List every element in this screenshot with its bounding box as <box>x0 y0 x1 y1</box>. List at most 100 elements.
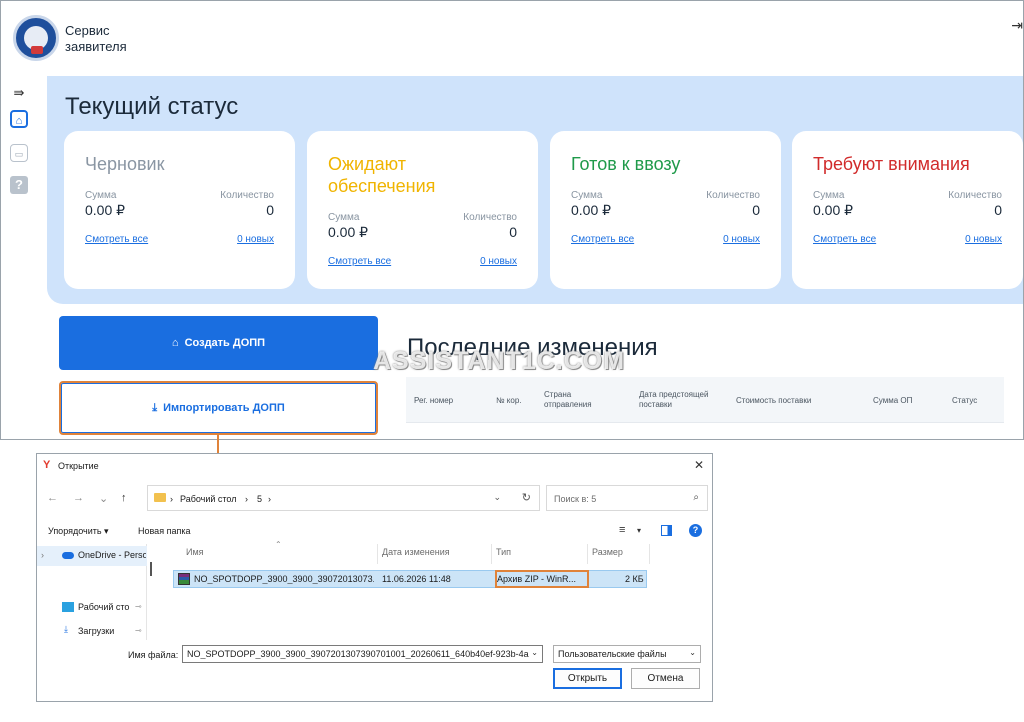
new-items-link[interactable]: 0 новых <box>965 234 1002 245</box>
cloud-icon <box>62 552 74 559</box>
column-header: Дата предстоящей поставки <box>639 390 709 409</box>
breadcrumb-separator: › <box>245 494 248 504</box>
filename-input[interactable]: NO_SPOTDOPP_3900_3900_390720130739070100… <box>182 645 543 663</box>
download-icon: ⤓ <box>64 624 68 634</box>
cancel-button[interactable]: Отмена <box>631 668 700 689</box>
pin-icon: ⊸ <box>135 626 142 635</box>
folder-icon <box>154 493 166 502</box>
column-separator <box>587 544 588 564</box>
column-separator <box>649 544 650 564</box>
column-header: № кор. <box>496 396 522 405</box>
app-header: Сервис заявителя ⇥ <box>1 1 1023 76</box>
sum-label: Сумма <box>328 212 360 223</box>
column-header: Статус <box>952 396 978 405</box>
logout-icon[interactable]: ⇥ <box>1011 17 1023 34</box>
yandex-browser-icon: Y <box>43 459 51 471</box>
column-header: Сумма ОП <box>873 396 913 405</box>
chevron-down-icon[interactable]: ⌄ <box>99 492 108 505</box>
preview-pane-icon[interactable] <box>661 525 672 536</box>
column-header-type[interactable]: Тип <box>496 547 511 557</box>
import-dopp-button[interactable]: ⤓ Импортировать ДОПП <box>59 381 378 435</box>
breadcrumb-folder[interactable]: 5 <box>257 494 262 504</box>
help-icon[interactable]: ? <box>10 176 28 194</box>
nav-item-label: OneDrive - Perso <box>78 550 146 560</box>
card-title: Требуют внимания <box>813 154 970 174</box>
search-icon: ⌕ <box>693 492 699 503</box>
card-title: Готов к ввозу <box>571 154 681 174</box>
count-value: 0 <box>752 202 760 218</box>
chevron-down-icon: ⌄ <box>689 648 696 657</box>
watermark: ASSISTANT1C.COM <box>373 347 626 375</box>
breadcrumb-separator: › <box>170 494 173 504</box>
nav-item-label: Рабочий сто <box>78 602 130 612</box>
count-label: Количество <box>948 190 1002 201</box>
nav-item-onedrive[interactable]: › OneDrive - Perso <box>37 546 147 566</box>
logo-ribbon <box>31 46 43 54</box>
forward-icon[interactable]: → <box>73 492 84 504</box>
column-header: Стоимость поставки <box>736 396 812 405</box>
view-options-icon[interactable]: ≡ <box>619 524 625 536</box>
dialog-titlebar: Y Открытие ✕ <box>37 454 712 478</box>
new-items-link[interactable]: 0 новых <box>723 234 760 245</box>
close-icon[interactable]: ✕ <box>694 458 704 472</box>
nav-item-downloads[interactable]: ⤓ Загрузки ⊸ <box>37 622 147 642</box>
chevron-down-icon[interactable]: ▾ <box>637 526 641 535</box>
see-all-link[interactable]: Смотреть все <box>85 234 148 245</box>
address-bar[interactable]: › Рабочий стол › 5 › ⌄ ↻ <box>147 485 540 511</box>
nav-item-desktop[interactable]: Рабочий сто ⊸ <box>37 598 147 618</box>
sort-caret-icon: ⌃ <box>275 540 282 549</box>
help-icon[interactable]: ? <box>689 524 702 537</box>
home-icon[interactable]: ⌂ <box>10 110 28 128</box>
create-dopp-button[interactable]: ⌂ Создать ДОПП <box>59 316 378 370</box>
chevron-right-icon: › <box>41 550 44 560</box>
sum-label: Сумма <box>571 190 603 201</box>
file-size: 2 КБ <box>625 574 644 584</box>
open-button[interactable]: Открыть <box>553 668 622 689</box>
sum-label: Сумма <box>813 190 845 201</box>
count-label: Количество <box>706 190 760 201</box>
up-icon[interactable]: ↑ <box>121 492 127 504</box>
see-all-link[interactable]: Смотреть все <box>328 256 391 267</box>
sum-label: Сумма <box>85 190 117 201</box>
recent-table-header: Рег. номер № кор. Страна отправления Дат… <box>406 377 1004 423</box>
home-icon: ⌂ <box>171 337 179 349</box>
refresh-icon[interactable]: ↻ <box>522 491 531 504</box>
column-header-size[interactable]: Размер <box>592 547 623 557</box>
sum-value: 0.00 ₽ <box>813 202 854 218</box>
sum-value: 0.00 ₽ <box>85 202 126 218</box>
open-file-dialog: Y Открытие ✕ ← → ⌄ ↑ › Рабочий стол › 5 … <box>36 453 713 702</box>
count-value: 0 <box>266 202 274 218</box>
organize-menu[interactable]: Упорядочить ▾ <box>48 526 109 537</box>
chevron-down-icon[interactable]: ⌄ <box>531 648 538 657</box>
see-all-link[interactable]: Смотреть все <box>813 234 876 245</box>
see-all-link[interactable]: Смотреть все <box>571 234 634 245</box>
breadcrumb-desktop[interactable]: Рабочий стол <box>180 494 237 504</box>
back-icon[interactable]: ← <box>47 492 58 504</box>
file-row[interactable]: NO_SPOTDOPP_3900_3900_39072013073... 11.… <box>173 570 647 588</box>
filename-value: NO_SPOTDOPP_3900_3900_390720130739070100… <box>187 649 529 659</box>
briefcase-icon[interactable]: ▭ <box>10 144 28 162</box>
chevron-down-icon[interactable]: ⌄ <box>493 492 501 503</box>
desktop-icon <box>62 602 74 612</box>
page-title: Текущий статус <box>65 93 239 120</box>
filename-label: Имя файла: <box>128 650 179 660</box>
highlight-box <box>495 570 589 588</box>
count-value: 0 <box>994 202 1002 218</box>
column-header-date[interactable]: Дата изменения <box>382 547 450 557</box>
new-folder-button[interactable]: Новая папка <box>138 526 190 536</box>
navigation-pane: › OneDrive - Perso Рабочий сто ⊸ ⤓ Загру… <box>37 544 147 640</box>
column-header: Страна отправления <box>544 390 592 409</box>
file-date: 11.06.2026 11:48 <box>382 574 451 584</box>
scrollbar[interactable] <box>150 562 152 576</box>
count-label: Количество <box>463 212 517 223</box>
new-items-link[interactable]: 0 новых <box>237 234 274 245</box>
winrar-archive-icon <box>178 573 190 585</box>
filetype-select[interactable]: Пользовательские файлы ⌄ <box>553 645 701 663</box>
new-items-link[interactable]: 0 новых <box>480 256 517 267</box>
search-placeholder: Поиск в: 5 <box>554 494 597 504</box>
search-box[interactable]: Поиск в: 5 ⌕ <box>546 485 708 511</box>
dialog-title: Открытие <box>58 461 99 471</box>
create-dopp-label: Создать ДОПП <box>184 337 266 349</box>
column-header-name[interactable]: Имя <box>186 547 204 557</box>
sidebar-toggle-icon[interactable]: ⇛ <box>10 84 28 102</box>
